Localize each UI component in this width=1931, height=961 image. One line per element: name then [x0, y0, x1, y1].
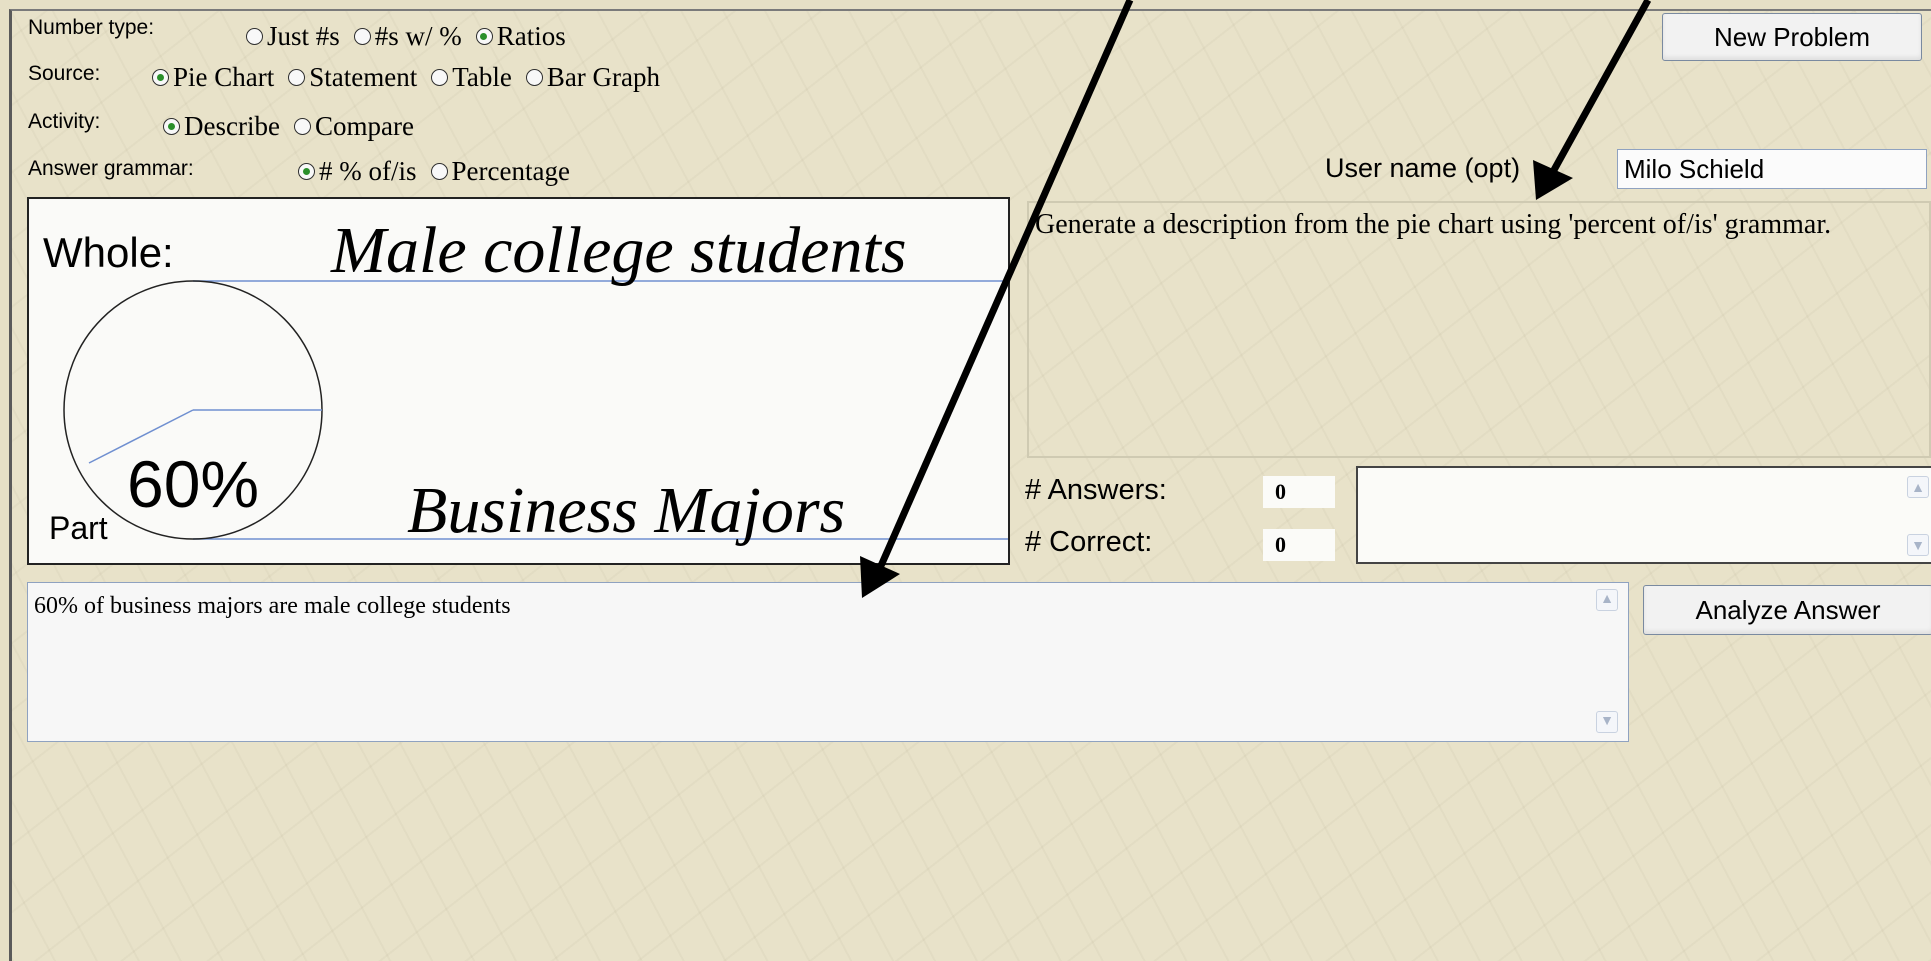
scroll-down-icon[interactable]: ▼	[1907, 534, 1929, 556]
source-label: Source:	[28, 62, 101, 85]
radio-numbers-with-percent[interactable]: #s w/ %	[353, 21, 462, 52]
radio-percentage[interactable]: Percentage	[430, 156, 570, 187]
radio-indicator	[246, 28, 263, 45]
radio-table[interactable]: Table	[431, 62, 512, 93]
radio-indicator	[525, 69, 543, 86]
answer-textarea[interactable]: 60% of business majors are male college …	[27, 582, 1629, 742]
answer-grammar-group: # % of/is Percentage	[298, 156, 584, 187]
user-name-input[interactable]: Milo Schield	[1617, 149, 1927, 189]
answers-count-label: # Answers:	[1025, 474, 1167, 506]
part-label: Part	[49, 510, 108, 546]
radio-describe[interactable]: Describe	[163, 111, 280, 142]
radio-compare[interactable]: Compare	[293, 111, 414, 142]
answers-count-value: 0	[1263, 476, 1335, 508]
whole-label: Whole:	[43, 229, 174, 276]
activity-label: Activity:	[28, 110, 101, 133]
number-type-group: Just #s #s w/ % Ratios	[246, 21, 580, 52]
radio-indicator	[430, 163, 448, 180]
user-name-label: User name (opt)	[1325, 153, 1521, 183]
whole-value: Male college students	[331, 214, 907, 287]
part-value: Business Majors	[407, 474, 846, 547]
radio-indicator	[293, 118, 311, 135]
correct-count-value: 0	[1263, 529, 1335, 561]
number-type-label: Number type:	[28, 16, 155, 39]
radio-indicator-selected	[475, 28, 493, 45]
radio-statement[interactable]: Statement	[288, 62, 417, 93]
answer-grammar-label: Answer grammar:	[28, 157, 194, 180]
radio-just-numbers[interactable]: Just #s	[246, 21, 340, 52]
scroll-up-icon[interactable]: ▲	[1596, 589, 1618, 611]
new-problem-button[interactable]: New Problem	[1662, 13, 1922, 61]
radio-indicator-selected	[163, 118, 180, 135]
percent-label: 60%	[127, 447, 260, 521]
radio-indicator	[353, 28, 371, 45]
radio-indicator-selected	[152, 69, 169, 86]
scroll-up-icon[interactable]: ▲	[1907, 476, 1929, 498]
correct-count-label: # Correct:	[1025, 526, 1153, 558]
pie-chart-panel: Whole: Male college students 60% Part Bu…	[27, 197, 1010, 565]
analyze-answer-button[interactable]: Analyze Answer	[1643, 585, 1931, 635]
source-group: Pie Chart Statement Table Bar Graph	[152, 62, 674, 93]
radio-bar-graph[interactable]: Bar Graph	[525, 62, 660, 93]
radio-pie-chart[interactable]: Pie Chart	[152, 62, 274, 93]
radio-percent-of-is[interactable]: # % of/is	[298, 156, 417, 187]
instruction-text: Generate a description from the pie char…	[1027, 201, 1931, 458]
radio-indicator-selected	[298, 163, 315, 180]
answer-text: 60% of business majors are male college …	[34, 593, 511, 619]
radio-ratios[interactable]: Ratios	[475, 21, 566, 52]
radio-indicator	[431, 69, 449, 86]
scroll-down-icon[interactable]: ▼	[1596, 711, 1618, 733]
feedback-textarea[interactable]: ▲ ▼	[1356, 466, 1931, 564]
activity-group: Describe Compare	[163, 111, 428, 142]
radio-indicator	[288, 69, 306, 86]
